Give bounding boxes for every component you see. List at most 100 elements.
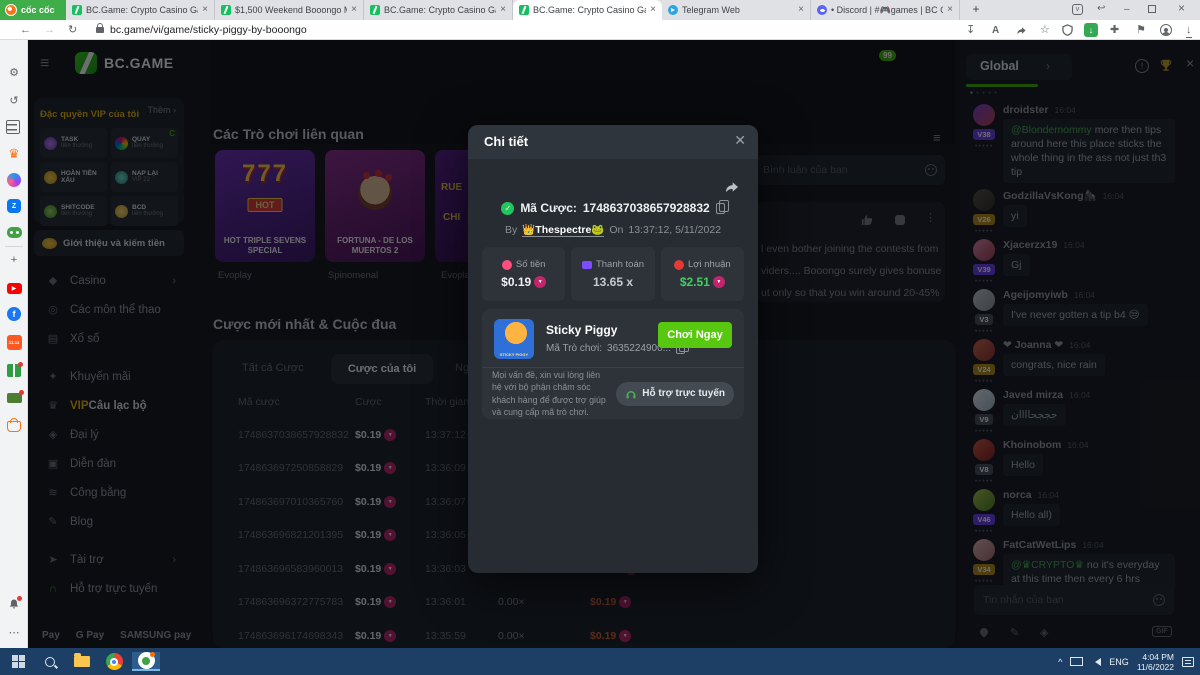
copy-icon[interactable] <box>716 203 725 214</box>
tab-close-icon[interactable]: × <box>202 5 208 15</box>
modal-title: Chi tiết <box>484 134 528 149</box>
stat-box: Lợi nhuận $2.51 <box>661 247 744 301</box>
adblock-shield-icon[interactable] <box>1062 24 1073 36</box>
tab-close-icon[interactable]: × <box>351 5 357 15</box>
new-tab-button[interactable]: + <box>968 2 984 18</box>
tab-favicon <box>817 5 827 15</box>
bet-id-value: 1748637038657928832 <box>583 201 710 215</box>
more-icon[interactable]: ⋯ <box>6 624 22 640</box>
tab-favicon <box>370 5 380 15</box>
url-text[interactable]: bc.game/vi/game/sticky-piggy-by-booongo <box>110 24 307 36</box>
browser-tab[interactable]: $1,500 Weekend Booongo M × <box>215 0 364 20</box>
taskbar-search-icon[interactable] <box>36 652 64 671</box>
window-minimize-button[interactable]: – <box>1124 4 1130 16</box>
school-icon[interactable] <box>6 390 22 406</box>
browser-tab[interactable]: • Discord | #🎮games | BC G × <box>811 0 960 20</box>
facebook-icon[interactable]: f <box>6 306 22 322</box>
tab-favicon <box>221 5 231 15</box>
file-explorer-icon[interactable] <box>68 652 96 671</box>
browser-tab[interactable]: BC.Game: Crypto Casino Gam × <box>66 0 215 20</box>
games-controller-icon[interactable] <box>6 224 22 240</box>
sale-11-11-icon[interactable]: 11.11 <box>6 334 22 350</box>
extensions-icon[interactable]: ✚ <box>1110 23 1119 37</box>
live-support-button[interactable]: Hỗ trợ trực tuyến <box>616 382 734 406</box>
save-page-icon[interactable]: ↧ <box>966 23 975 37</box>
tab-search-icon[interactable]: v <box>1072 4 1083 15</box>
history-icon[interactable]: ↺ <box>6 92 22 108</box>
shopping-cart-icon[interactable] <box>6 418 22 434</box>
coccoc-sidebar-rail: ⚙ ↺ ♛ Z + ▶ f 11.11 ⋯ <box>0 40 28 648</box>
game-info-box: STICKY PIGGY Sticky Piggy Mã Trò chơi: 3… <box>482 309 744 419</box>
tab-title: • Discord | #🎮games | BC G <box>831 5 943 16</box>
stat-box: Số tiền $0.19 <box>482 247 565 301</box>
browser-tab[interactable]: BC.Game: Crypto Casino Gan × <box>364 0 513 20</box>
browser-tab[interactable]: BC.Game: Crypto Casino Ga × <box>513 0 662 20</box>
tab-close-icon[interactable]: × <box>798 5 804 15</box>
window-close-button[interactable]: × <box>1178 2 1185 14</box>
tab-title: BC.Game: Crypto Casino Ga <box>533 5 646 15</box>
play-now-button[interactable]: Chơi Ngay <box>658 322 732 348</box>
reload-icon[interactable]: ↻ <box>68 23 77 37</box>
browser-addressbar: ← → ↻ bc.game/vi/game/sticky-piggy-by-bo… <box>0 20 1200 40</box>
browser-tabbar: cốc cốc BC.Game: Crypto Casino Gam × $1,… <box>0 0 1200 20</box>
messenger-icon[interactable] <box>6 172 22 188</box>
share-icon[interactable] <box>1016 25 1027 36</box>
stat-icon <box>582 261 592 269</box>
profile-icon[interactable] <box>1160 24 1172 36</box>
window-maximize-button[interactable] <box>1148 5 1156 17</box>
browser-tabs: BC.Game: Crypto Casino Gam × $1,500 Week… <box>66 0 960 20</box>
bet-datetime: 13:37:12, 5/11/2022 <box>628 224 721 236</box>
action-center-icon[interactable] <box>1182 657 1194 667</box>
game-thumbnail[interactable]: STICKY PIGGY <box>494 319 534 359</box>
flag-icon[interactable]: ⚑ <box>1136 23 1146 37</box>
tab-title: $1,500 Weekend Booongo M <box>235 5 347 15</box>
coccoc-logo-icon <box>5 4 17 16</box>
restore-session-icon[interactable]: ↩ <box>1097 3 1105 15</box>
windows-taskbar: ^ ENG 4:04 PM11/6/2022 <box>0 648 1200 675</box>
tab-favicon <box>668 5 678 15</box>
tab-title: BC.Game: Crypto Casino Gan <box>384 5 496 15</box>
token-icon <box>713 276 725 288</box>
add-shortcut-icon[interactable]: + <box>6 252 22 268</box>
download-manager-icon[interactable]: ↓ <box>1084 23 1098 37</box>
forward-icon[interactable]: → <box>44 23 55 37</box>
gift-icon[interactable] <box>6 362 22 378</box>
bcgame-page: ≡ BC.GAME ◆ Casino ◎ Các môn thể thao CR… <box>28 40 1200 648</box>
stat-icon <box>502 260 512 270</box>
zalo-icon[interactable]: Z <box>6 198 22 214</box>
language-indicator[interactable]: ENG <box>1109 657 1129 667</box>
youtube-icon[interactable]: ▶ <box>6 280 22 296</box>
back-icon[interactable]: ← <box>20 23 31 37</box>
tab-close-icon[interactable]: × <box>947 5 953 15</box>
start-button[interactable] <box>4 652 32 671</box>
lock-icon[interactable] <box>96 27 104 33</box>
bet-id-line: ✓ Mã Cược: 1748637038657928832 <box>468 201 758 215</box>
bookmark-star-icon[interactable]: ☆ <box>1040 23 1050 37</box>
bet-stats: Số tiền $0.19 Thanh toán 13.65 x Lợi nhu… <box>482 247 744 301</box>
coccoc-brand: cốc cốc <box>0 0 66 20</box>
headset-icon <box>625 388 637 400</box>
network-icon[interactable] <box>1070 657 1083 666</box>
chrome-icon[interactable] <box>100 652 128 671</box>
share-icon[interactable] <box>724 179 740 195</box>
hidden-icons-chevron[interactable]: ^ <box>1058 657 1062 667</box>
game-name: Sticky Piggy <box>546 323 617 337</box>
translate-icon[interactable]: A <box>992 24 999 38</box>
notification-bell-icon[interactable] <box>6 596 22 612</box>
stat-icon <box>674 260 684 270</box>
news-feed-icon[interactable] <box>6 120 20 134</box>
volume-icon[interactable] <box>1091 658 1101 666</box>
modal-close-icon[interactable]: ✕ <box>734 132 746 149</box>
downloads-icon[interactable]: ↓ <box>1186 23 1192 38</box>
bettor-username[interactable]: 👑Thespectre🐸 <box>522 223 604 237</box>
token-icon <box>534 276 546 288</box>
tab-close-icon[interactable]: × <box>650 5 656 15</box>
coccoc-taskbar-icon[interactable] <box>132 652 160 671</box>
crown-rewards-icon[interactable]: ♛ <box>6 146 22 162</box>
bet-byline: By 👑Thespectre🐸 On 13:37:12, 5/11/2022 <box>468 223 758 237</box>
settings-gear-icon[interactable]: ⚙ <box>6 64 22 80</box>
tab-close-icon[interactable]: × <box>500 5 506 15</box>
browser-tab[interactable]: Telegram Web × <box>662 0 811 20</box>
bet-details-modal: Chi tiết ✕ ✓ Mã Cược: 174863703865792883… <box>468 125 758 573</box>
clock[interactable]: 4:04 PM11/6/2022 <box>1137 652 1174 672</box>
